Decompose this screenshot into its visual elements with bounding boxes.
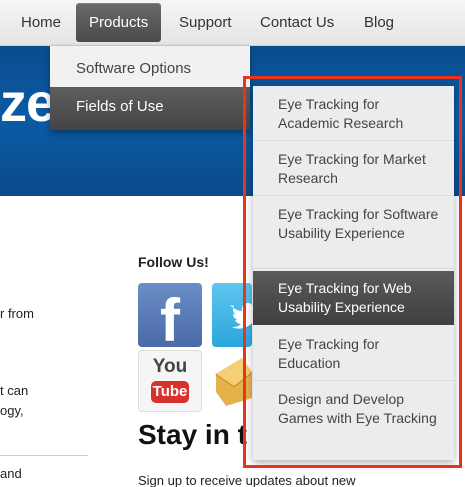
divider (0, 455, 88, 456)
nav-contact-us[interactable]: Contact Us (260, 3, 334, 42)
signup-text: Sign up to receive updates about new (138, 473, 356, 487)
body-text-fragment: t can (0, 383, 29, 398)
menu-item-software-options[interactable]: Software Options (50, 51, 250, 87)
nav-home[interactable]: Home (21, 3, 61, 42)
body-text-fragment: r from (0, 306, 34, 321)
submenu-item-software-usability[interactable]: Eye Tracking for Software Usability Expe… (253, 196, 454, 269)
products-dropdown: Software Options Fields of Use (50, 46, 250, 130)
fields-of-use-submenu: Eye Tracking for Academic Research Eye T… (253, 86, 454, 460)
submenu-item-web-usability[interactable]: Eye Tracking for Web Usability Experienc… (253, 271, 454, 325)
youtube-icon[interactable]: You Tube (138, 350, 202, 412)
top-navbar: Home Products Support Contact Us Blog (0, 0, 465, 46)
submenu-item-games[interactable]: Design and Develop Games with Eye Tracki… (253, 381, 454, 460)
submenu-item-market-research[interactable]: Eye Tracking for Market Research (253, 141, 454, 196)
follow-us-title: Follow Us! (138, 254, 209, 270)
body-text-fragment: and (0, 466, 22, 481)
twitter-icon[interactable] (212, 283, 252, 347)
submenu-item-education[interactable]: Eye Tracking for Education (253, 326, 454, 381)
menu-item-fields-of-use[interactable]: Fields of Use (50, 87, 250, 130)
body-text-fragment: ogy, (0, 403, 24, 418)
nav-blog[interactable]: Blog (364, 3, 394, 42)
nav-support[interactable]: Support (179, 3, 232, 42)
mail-icon[interactable] (212, 352, 252, 410)
hero-text: ze (0, 73, 56, 133)
facebook-icon[interactable]: f (138, 283, 202, 347)
nav-products[interactable]: Products (76, 3, 162, 42)
submenu-item-academic-research[interactable]: Eye Tracking for Academic Research (253, 86, 454, 141)
stay-in-touch-heading: Stay in t (138, 419, 247, 450)
